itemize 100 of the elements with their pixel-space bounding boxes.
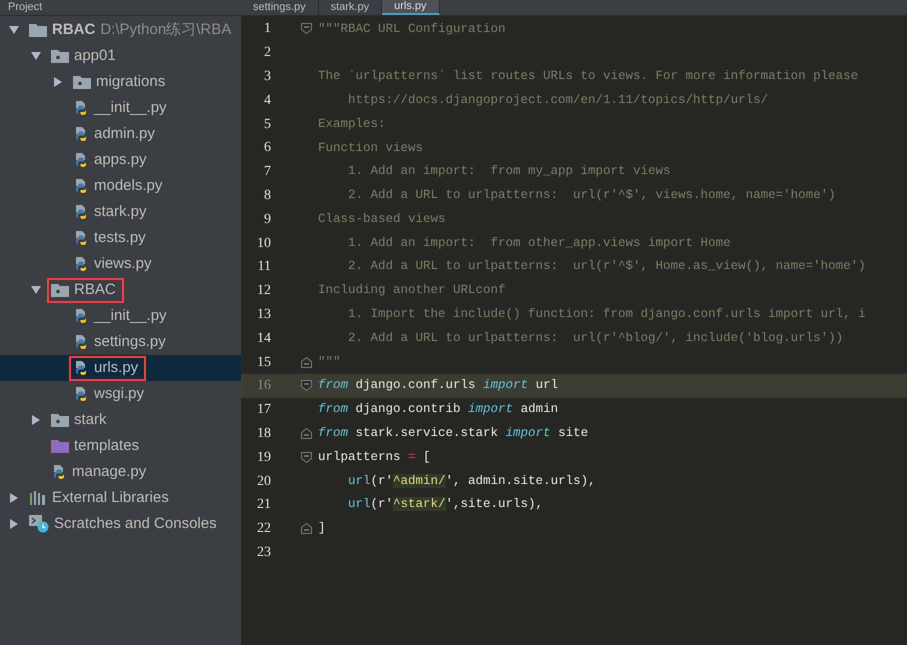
tree-item[interactable]: admin.py — [0, 121, 241, 147]
package-folder-icon — [51, 413, 69, 427]
tree-item[interactable]: manage.py — [0, 459, 241, 485]
tree-item-label: models.py — [94, 176, 162, 196]
tree-item[interactable]: tests.py — [0, 225, 241, 251]
tree-item[interactable]: models.py — [0, 173, 241, 199]
expanded-arrow-icon[interactable] — [30, 50, 42, 62]
tree-item-label: templates — [74, 436, 140, 456]
python-file-icon — [73, 256, 89, 272]
collapsed-arrow-icon[interactable] — [52, 76, 64, 88]
fold-marker-icon[interactable] — [301, 380, 312, 392]
line-number: 23 — [256, 544, 271, 562]
line-number: 20 — [256, 472, 271, 491]
python-file-icon — [73, 152, 89, 168]
line-number: 17 — [256, 401, 271, 420]
tree-item[interactable]: app01 — [0, 43, 241, 69]
tree-item[interactable]: wsgi.py — [0, 381, 241, 407]
code-line: 2. Add a URL to urlpatterns: url(r'^$', Home.as_view(), name='home') — [347, 258, 866, 276]
line-number: 21 — [256, 496, 271, 514]
code-line: https://docs.djangoproject.com/en/1.11/topics/http/urls/ — [347, 92, 768, 109]
panel-title[interactable]: Project — [8, 2, 42, 13]
code-line: The `urlpatterns` list routes URLs to views. For more information please — [318, 68, 858, 86]
package-folder-icon — [73, 75, 91, 89]
tree-item[interactable]: RBAC D:\Python练习\RBA — [0, 17, 241, 43]
line-number: 16 — [256, 377, 271, 396]
code-line: 2. Add a URL to urlpatterns: url(r'^$', views.home, name='home') — [347, 187, 836, 204]
fold-marker-icon[interactable] — [301, 523, 312, 534]
python-file-icon — [73, 230, 89, 246]
python-file-icon — [73, 100, 89, 116]
tree-item[interactable]: RBAC — [0, 277, 241, 303]
tree-item[interactable]: migrations — [0, 69, 241, 95]
python-file-icon — [73, 178, 89, 194]
line-number: 2 — [263, 44, 271, 62]
fold-marker-icon[interactable] — [301, 23, 312, 34]
collapsed-arrow-icon[interactable] — [8, 518, 20, 530]
line-number: 18 — [256, 424, 271, 443]
tree-item[interactable]: settings.py — [0, 329, 241, 355]
folder-icon — [51, 439, 69, 453]
tree-item-label: views.py — [94, 254, 152, 274]
console-clock-icon — [29, 515, 49, 533]
code-line: Examples: — [318, 116, 386, 133]
collapsed-arrow-icon[interactable] — [8, 492, 20, 504]
tree-item-label: RBAC — [52, 20, 96, 40]
code-line: Function views — [318, 140, 424, 156]
line-number: 22 — [256, 520, 271, 538]
code-line: """RBAC URL Configuration — [318, 20, 506, 38]
line-number: 13 — [256, 306, 271, 324]
line-number: 3 — [263, 68, 271, 86]
code-line: ] — [318, 520, 326, 538]
project-path: D:\Python练习\RBA — [100, 20, 232, 40]
tree-item-label: stark — [74, 410, 107, 430]
line-number: 10 — [256, 234, 271, 253]
python-file-icon — [73, 204, 89, 220]
line-number: 14 — [256, 330, 271, 348]
tree-item[interactable]: __init__.py — [0, 95, 241, 121]
code-line: urlpatterns = [ — [318, 448, 431, 466]
python-file-icon — [73, 334, 89, 350]
tree-item-label: __init__.py — [94, 98, 167, 118]
library-bars-icon — [29, 490, 47, 506]
tree-item[interactable]: views.py — [0, 251, 241, 277]
collapsed-arrow-icon[interactable] — [30, 414, 42, 426]
line-number: 4 — [263, 92, 271, 110]
code-line: Including another URLconf — [318, 282, 506, 300]
tree-item-label: RBAC — [74, 280, 116, 300]
tree-item-label: urls.py — [94, 358, 138, 378]
code-line: from stark.service.stark import site — [318, 425, 588, 442]
tree-item-label: settings.py — [94, 332, 166, 352]
code-line: 1. Add an import: from my_app import views — [347, 163, 671, 180]
tree-item-label: External Libraries — [52, 488, 169, 508]
tree-item[interactable]: urls.py — [0, 355, 241, 381]
tree-item[interactable]: External Libraries — [0, 485, 241, 511]
tree-item-label: apps.py — [94, 150, 147, 170]
code-line: from django.contrib import admin — [318, 401, 558, 418]
tree-item[interactable]: stark.py — [0, 199, 241, 225]
editor-tab[interactable]: settings.py — [241, 0, 319, 15]
tree-item[interactable]: Scratches and Consoles — [0, 511, 241, 537]
python-file-icon — [73, 126, 89, 142]
expanded-arrow-icon[interactable] — [8, 24, 20, 36]
fold-marker-icon[interactable] — [301, 356, 312, 368]
tree-item-label: __init__.py — [94, 306, 167, 326]
code-line: 1. Add an import: from other_app.views import Home — [347, 234, 731, 252]
python-file-icon — [73, 308, 89, 324]
fold-marker-icon[interactable] — [301, 428, 312, 439]
editor-tab[interactable]: urls.py — [382, 0, 440, 15]
tree-item[interactable]: __init__.py — [0, 303, 241, 329]
code-line: 2. Add a URL to urlpatterns: url(r'^blog/', include('blog.urls')) — [347, 330, 844, 347]
line-number: 19 — [256, 448, 271, 467]
line-number: 6 — [263, 139, 271, 158]
package-folder-icon — [51, 49, 69, 63]
expanded-arrow-icon[interactable] — [30, 284, 42, 296]
line-number: 11 — [256, 258, 271, 276]
fold-marker-icon[interactable] — [301, 452, 312, 463]
tree-item[interactable]: stark — [0, 407, 241, 433]
tree-item[interactable]: apps.py — [0, 147, 241, 173]
line-number: 12 — [256, 282, 271, 300]
tree-item-label: tests.py — [94, 228, 146, 248]
tree-item[interactable]: templates — [0, 433, 241, 459]
tree-item-label: stark.py — [94, 202, 147, 222]
tree-item-label: manage.py — [72, 462, 146, 482]
tree-item-label: app01 — [74, 46, 116, 66]
